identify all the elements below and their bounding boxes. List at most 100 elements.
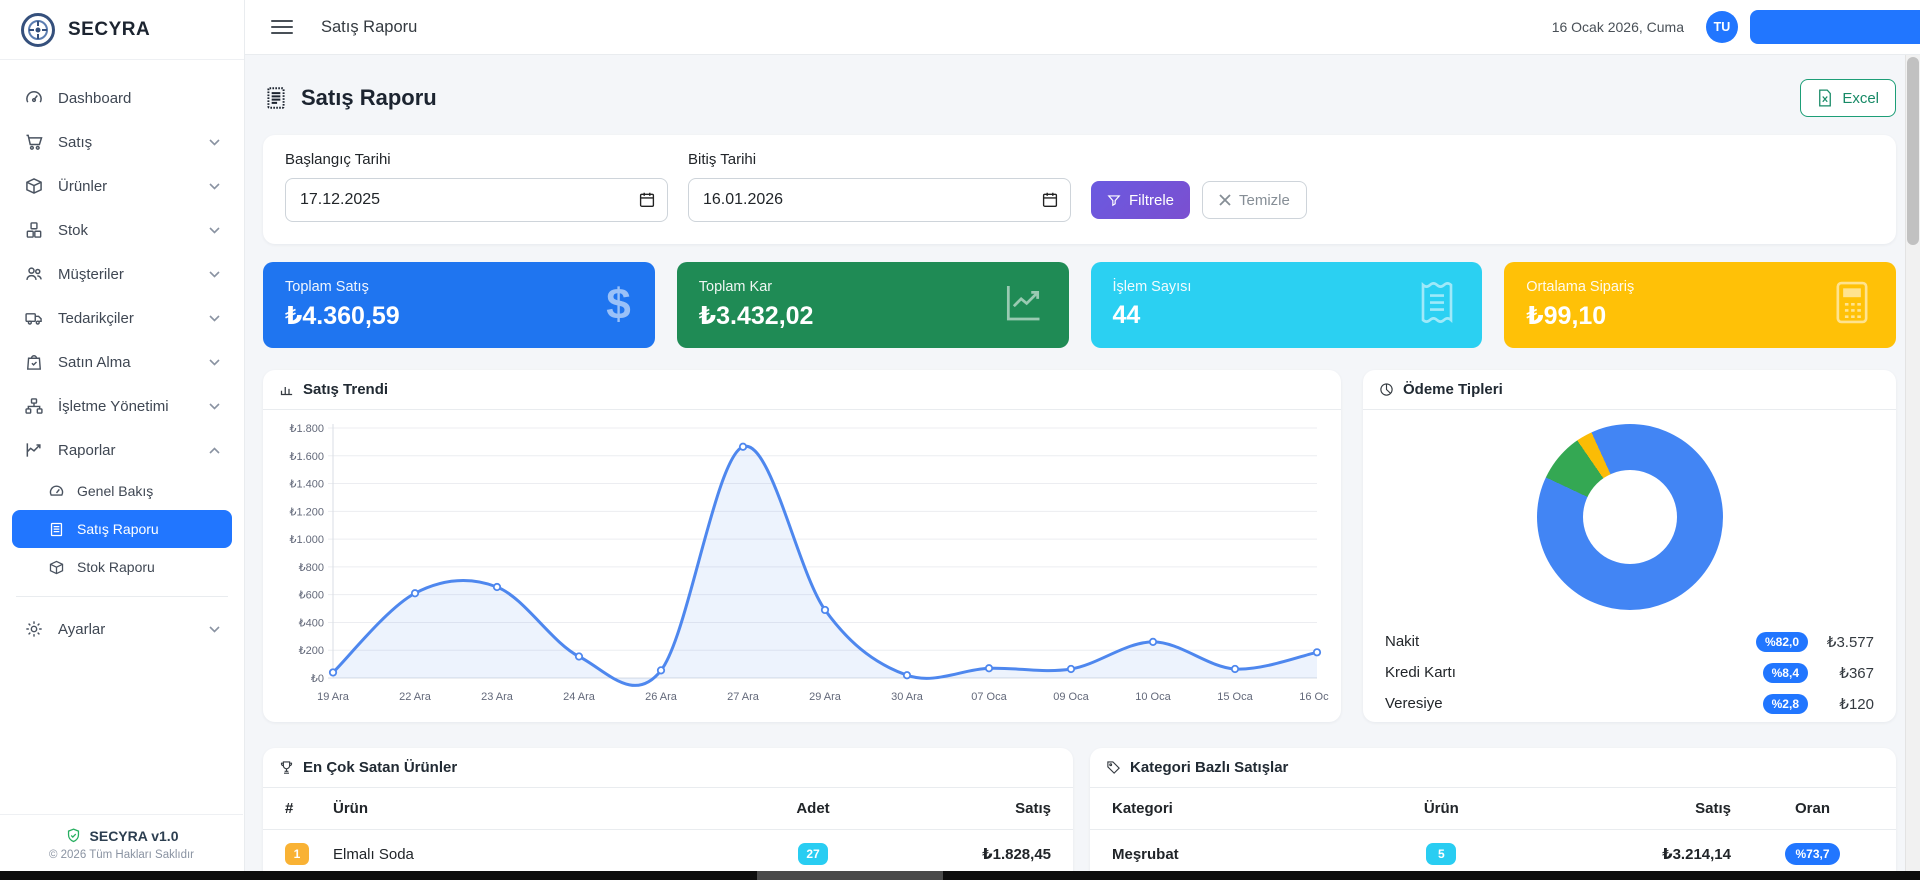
sidebar-item-isletme-yonetimi[interactable]: İşletme Yönetimi bbox=[12, 384, 232, 428]
svg-text:10 Oca: 10 Oca bbox=[1135, 691, 1171, 703]
topbar: Satış Raporu 16 Ocak 2026, Cuma TU bbox=[245, 0, 1920, 55]
calculator-icon bbox=[1832, 280, 1872, 331]
pct-badge: %2,8 bbox=[1763, 694, 1808, 714]
brand-logo-icon bbox=[20, 12, 56, 48]
svg-text:₺1.400: ₺1.400 bbox=[289, 479, 324, 491]
svg-text:24 Ara: 24 Ara bbox=[563, 691, 596, 703]
calendar-icon[interactable] bbox=[1042, 191, 1058, 208]
svg-text:₺400: ₺400 bbox=[299, 617, 324, 629]
sidebar-item-tedarikciler[interactable]: Tedarikçiler bbox=[12, 296, 232, 340]
share-badge: %73,7 bbox=[1785, 843, 1839, 865]
sidebar-item-musteriler[interactable]: Müşteriler bbox=[12, 252, 232, 296]
file-excel-icon bbox=[1817, 89, 1833, 107]
sidebar-subitem-satis-raporu[interactable]: Satış Raporu bbox=[12, 510, 232, 548]
svg-text:₺1.800: ₺1.800 bbox=[289, 423, 324, 435]
chevron-down-icon bbox=[209, 271, 220, 278]
filter-button[interactable]: Filtrele bbox=[1091, 181, 1190, 219]
sitemap-icon bbox=[24, 396, 44, 416]
sidebar-footer: SECYRA v1.0 © 2026 Tüm Hakları Saklıdır bbox=[0, 814, 243, 871]
svg-text:₺800: ₺800 bbox=[299, 562, 324, 574]
close-icon bbox=[1219, 194, 1231, 206]
quantity-badge: 27 bbox=[798, 843, 828, 865]
shield-check-icon bbox=[65, 827, 82, 844]
excel-export-button[interactable]: Excel bbox=[1800, 79, 1896, 117]
users-icon bbox=[24, 264, 44, 284]
payment-donut-chart[interactable] bbox=[1537, 424, 1723, 610]
chart-line-icon bbox=[24, 440, 44, 460]
svg-text:₺200: ₺200 bbox=[299, 645, 324, 657]
app-window: SECYRA Dashboard Satış Ürünler Stok bbox=[0, 0, 1920, 880]
rank-badge: 1 bbox=[285, 843, 309, 865]
pct-badge: %82,0 bbox=[1756, 632, 1808, 652]
package-icon bbox=[24, 176, 44, 196]
svg-text:26 Ara: 26 Ara bbox=[645, 691, 678, 703]
clear-button[interactable]: Temizle bbox=[1202, 181, 1307, 219]
sidebar-item-satis[interactable]: Satış bbox=[12, 120, 232, 164]
payment-types-panel: Ödeme Tipleri Nakit %82,0 ₺3.577 Kredi K… bbox=[1363, 370, 1896, 722]
avatar[interactable]: TU bbox=[1706, 11, 1738, 43]
sidebar-item-raporlar[interactable]: Raporlar bbox=[12, 428, 232, 472]
sales-trend-panel: Satış Trendi ₺0₺200₺400₺600₺800₺1.000₺1.… bbox=[263, 370, 1341, 722]
pct-badge: %8,4 bbox=[1763, 663, 1808, 683]
menu-toggle-icon[interactable] bbox=[271, 20, 293, 34]
legend-row-veresiye: Veresiye %2,8 ₺120 bbox=[1385, 688, 1874, 719]
calendar-icon[interactable] bbox=[639, 191, 655, 208]
svg-text:27 Ara: 27 Ara bbox=[727, 691, 760, 703]
gauge-icon bbox=[48, 483, 65, 500]
truck-icon bbox=[24, 308, 44, 328]
trend-up-icon bbox=[1001, 281, 1045, 330]
stat-cards: Toplam Satış ₺4.360,59 $ Toplam Kar ₺3.4… bbox=[263, 262, 1896, 348]
stat-card-transaction-count: İşlem Sayısı 44 bbox=[1091, 262, 1483, 348]
scrollbar-thumb[interactable] bbox=[1907, 57, 1919, 245]
chevron-down-icon bbox=[209, 139, 220, 146]
start-date-input[interactable] bbox=[285, 178, 668, 222]
gear-icon bbox=[24, 619, 44, 639]
svg-text:22 Ara: 22 Ara bbox=[399, 691, 432, 703]
chevron-down-icon bbox=[209, 315, 220, 322]
svg-text:₺1.000: ₺1.000 bbox=[289, 534, 324, 546]
svg-text:30 Ara: 30 Ara bbox=[891, 691, 924, 703]
sidebar-item-satin-alma[interactable]: Satın Alma bbox=[12, 340, 232, 384]
chevron-down-icon bbox=[209, 359, 220, 366]
sidebar-item-urunler[interactable]: Ürünler bbox=[12, 164, 232, 208]
svg-text:16 Oca: 16 Oca bbox=[1299, 691, 1329, 703]
start-date-label: Başlangıç Tarihi bbox=[285, 151, 668, 168]
gauge-icon bbox=[24, 88, 44, 108]
count-badge: 5 bbox=[1426, 843, 1456, 865]
bottom-taskbar bbox=[0, 871, 1920, 880]
user-menu-button[interactable] bbox=[1750, 10, 1920, 44]
app-version: SECYRA v1.0 bbox=[90, 828, 179, 844]
chevron-down-icon bbox=[209, 403, 220, 410]
brand-header: SECYRA bbox=[0, 0, 244, 60]
bar-chart-icon bbox=[279, 382, 294, 397]
svg-text:₺1.600: ₺1.600 bbox=[289, 451, 324, 463]
stat-card-total-profit: Toplam Kar ₺3.432,02 bbox=[677, 262, 1069, 348]
svg-text:07 Oca: 07 Oca bbox=[971, 691, 1007, 703]
vertical-scrollbar[interactable] bbox=[1905, 55, 1920, 880]
sidebar-item-dashboard[interactable]: Dashboard bbox=[12, 76, 232, 120]
report-icon bbox=[263, 85, 289, 111]
sidebar-nav: Dashboard Satış Ürünler Stok Müşteriler bbox=[0, 60, 244, 651]
svg-text:09 Oca: 09 Oca bbox=[1053, 691, 1089, 703]
sales-trend-chart[interactable]: ₺0₺200₺400₺600₺800₺1.000₺1.200₺1.400₺1.6… bbox=[275, 416, 1329, 712]
chevron-down-icon bbox=[209, 626, 220, 633]
brand-name: SECYRA bbox=[68, 19, 150, 41]
svg-text:15 Oca: 15 Oca bbox=[1217, 691, 1253, 703]
sidebar-subitem-genel-bakis[interactable]: Genel Bakış bbox=[12, 472, 232, 510]
legend-row-kredi-karti: Kredi Kartı %8,4 ₺367 bbox=[1385, 657, 1874, 688]
category-sales-panel: Kategori Bazlı Satışlar Kategori Ürün Sa… bbox=[1090, 748, 1896, 880]
end-date-input[interactable] bbox=[688, 178, 1071, 222]
svg-text:29 Ara: 29 Ara bbox=[809, 691, 842, 703]
sidebar-item-stok[interactable]: Stok bbox=[12, 208, 232, 252]
svg-text:₺0: ₺0 bbox=[311, 673, 324, 685]
chevron-up-icon bbox=[209, 447, 220, 454]
sidebar-item-ayarlar[interactable]: Ayarlar bbox=[12, 607, 232, 651]
cubes-icon bbox=[24, 220, 44, 240]
pie-chart-icon bbox=[1379, 382, 1394, 397]
topbar-title: Satış Raporu bbox=[321, 18, 417, 37]
funnel-icon bbox=[1107, 193, 1121, 207]
category-sales-title: Kategori Bazlı Satışlar bbox=[1130, 759, 1288, 776]
receipt-icon bbox=[48, 521, 65, 538]
payment-types-title: Ödeme Tipleri bbox=[1403, 381, 1503, 398]
sidebar-subitem-stok-raporu[interactable]: Stok Raporu bbox=[12, 548, 232, 586]
